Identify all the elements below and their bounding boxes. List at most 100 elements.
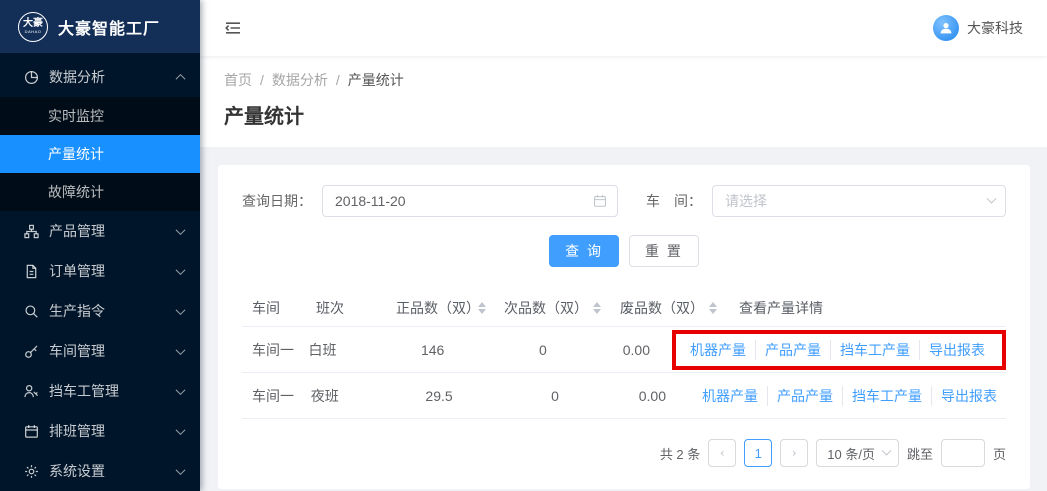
sidebar-item-realtime-monitor[interactable]: 实时监控 <box>0 97 200 135</box>
column-header-shift: 班次 <box>306 298 386 318</box>
prev-page-button[interactable]: ‹ <box>708 439 736 467</box>
sidebar-item-product-management[interactable]: 产品管理 <box>0 211 200 251</box>
product-output-link[interactable]: 产品产量 <box>767 386 842 406</box>
column-header-defective[interactable]: 次品数（双） <box>486 298 601 318</box>
chevron-up-icon <box>176 73 186 83</box>
breadcrumb-home[interactable]: 首页 <box>224 70 252 90</box>
calendar-icon <box>593 194 607 208</box>
logo-badge-subtext: DAHAO <box>25 29 42 34</box>
cell-workshop: 车间一 <box>242 340 299 360</box>
sidebar-item-label: 系统设置 <box>49 461 177 481</box>
cell-workshop: 车间一 <box>242 386 301 406</box>
search-icon <box>24 304 39 319</box>
chevron-down-icon <box>176 425 186 435</box>
column-header-scrap[interactable]: 废品数（双） <box>601 298 717 318</box>
workshop-select[interactable]: 请选择 <box>712 185 1006 217</box>
sort-icon[interactable] <box>593 302 601 314</box>
logo-badge-icon: 大豪 DAHAO <box>18 12 48 42</box>
sidebar-item-label: 故障统计 <box>48 182 104 202</box>
machine-output-link[interactable]: 机器产量 <box>690 340 755 360</box>
column-header-label: 正品数（双） <box>396 298 473 318</box>
total-count: 共 2 条 <box>660 444 700 463</box>
breadcrumb-data-analysis[interactable]: 数据分析 <box>272 70 328 90</box>
sidebar-item-shift-management[interactable]: 排班管理 <box>0 411 200 451</box>
sidebar-item-data-analysis[interactable]: 数据分析 <box>0 57 200 97</box>
sort-icon[interactable] <box>478 302 486 314</box>
cluster-icon <box>24 224 39 239</box>
sidebar-item-production-stats[interactable]: 产量统计 <box>0 135 200 173</box>
action-links: 机器产量 产品产量 挡车工产量 导出报表 <box>690 340 994 360</box>
export-report-link[interactable]: 导出报表 <box>931 386 1006 406</box>
sidebar-submenu: 实时监控 产量统计 故障统计 <box>0 97 200 211</box>
chevron-down-icon <box>176 385 186 395</box>
top-header: 大豪科技 <box>200 0 1047 56</box>
sidebar-item-label: 排班管理 <box>49 421 177 441</box>
pie-chart-icon <box>24 70 39 85</box>
query-form: 查询日期： 2018-11-20 车 间： 请选择 <box>242 185 1006 217</box>
menu-fold-icon[interactable] <box>224 18 244 38</box>
app-title: 大豪智能工厂 <box>58 15 160 39</box>
chevron-down-icon <box>987 193 997 203</box>
column-header-label: 次品数（双） <box>504 298 588 318</box>
user-menu[interactable]: 大豪科技 <box>933 15 1023 41</box>
sidebar-item-order-management[interactable]: 订单管理 <box>0 251 200 291</box>
chevron-down-icon <box>176 225 186 235</box>
column-header-good[interactable]: 正品数（双） <box>386 298 486 318</box>
date-value: 2018-11-20 <box>335 193 593 209</box>
sidebar-item-label: 生产指令 <box>49 301 177 321</box>
sidebar-item-operator-management[interactable]: 挡车工管理 <box>0 371 200 411</box>
operator-output-link[interactable]: 挡车工产量 <box>842 386 931 406</box>
operator-output-link[interactable]: 挡车工产量 <box>830 340 919 360</box>
breadcrumb: 首页 / 数据分析 / 产量统计 <box>224 70 1023 90</box>
pagination: 共 2 条 ‹ 1 › 10 条/页 跳至 页 <box>242 439 1006 467</box>
main-area: 大豪科技 首页 / 数据分析 / 产量统计 产量统计 查询日期： 20 <box>200 0 1047 491</box>
chevron-down-icon <box>882 445 892 455</box>
next-page-button[interactable]: › <box>780 439 808 467</box>
cell-scrap: 0.00 <box>561 342 664 358</box>
sidebar-item-label: 挡车工管理 <box>49 381 177 401</box>
sidebar-item-fault-stats[interactable]: 故障统计 <box>0 173 200 211</box>
file-icon <box>24 264 39 279</box>
sidebar-item-label: 产品管理 <box>49 221 177 241</box>
key-icon <box>24 344 39 359</box>
page-title: 产量统计 <box>224 100 1023 129</box>
sidebar-item-system-settings[interactable]: 系统设置 <box>0 451 200 491</box>
sidebar-item-workshop-management[interactable]: 车间管理 <box>0 331 200 371</box>
cell-good: 29.5 <box>374 388 467 404</box>
search-button[interactable]: 查 询 <box>549 235 619 267</box>
sort-icon[interactable] <box>709 302 717 314</box>
page-size-value: 10 条/页 <box>827 444 875 463</box>
jump-page-input[interactable] <box>941 439 985 467</box>
user-name: 大豪科技 <box>967 18 1023 38</box>
cell-scrap: 0.00 <box>573 388 680 404</box>
current-page-button[interactable]: 1 <box>744 439 772 467</box>
app-root: 大豪 DAHAO 大豪智能工厂 数据分析 实时监控 产量统计 <box>0 0 1047 491</box>
sidebar: 大豪 DAHAO 大豪智能工厂 数据分析 实时监控 产量统计 <box>0 0 200 491</box>
chevron-down-icon <box>176 265 186 275</box>
date-input[interactable]: 2018-11-20 <box>322 185 618 217</box>
cell-shift: 白班 <box>299 340 369 360</box>
sidebar-item-production-order[interactable]: 生产指令 <box>0 291 200 331</box>
chevron-down-icon <box>176 345 186 355</box>
column-header-details: 查看产量详情 <box>717 298 1006 318</box>
logo-badge-text: 大豪 <box>23 19 43 29</box>
chevron-down-icon <box>176 305 186 315</box>
action-links: 机器产量 产品产量 挡车工产量 导出报表 <box>702 386 1006 406</box>
table-row: 车间一 夜班 29.5 0 0.00 机器产量 产品产量 挡车工产量 导出报表 <box>242 373 1006 419</box>
page-unit-label: 页 <box>993 444 1006 463</box>
sidebar-item-label: 订单管理 <box>49 261 177 281</box>
content-area: 查询日期： 2018-11-20 车 间： 请选择 <box>200 147 1047 491</box>
reset-button[interactable]: 重 置 <box>629 235 699 267</box>
app-logo[interactable]: 大豪 DAHAO 大豪智能工厂 <box>0 0 200 53</box>
table-header-row: 车间 班次 正品数（双） 次品数（双） 废品数（双） <box>242 289 1006 327</box>
product-output-link[interactable]: 产品产量 <box>755 340 830 360</box>
breadcrumb-separator: / <box>260 72 264 88</box>
sidebar-item-label: 数据分析 <box>49 67 177 87</box>
user-avatar <box>933 15 959 41</box>
breadcrumb-separator: / <box>336 72 340 88</box>
page-size-select[interactable]: 10 条/页 <box>816 439 899 467</box>
production-table: 车间 班次 正品数（双） 次品数（双） 废品数（双） <box>242 289 1006 419</box>
machine-output-link[interactable]: 机器产量 <box>702 386 767 406</box>
export-report-link[interactable]: 导出报表 <box>919 340 994 360</box>
cell-shift: 夜班 <box>301 386 374 406</box>
